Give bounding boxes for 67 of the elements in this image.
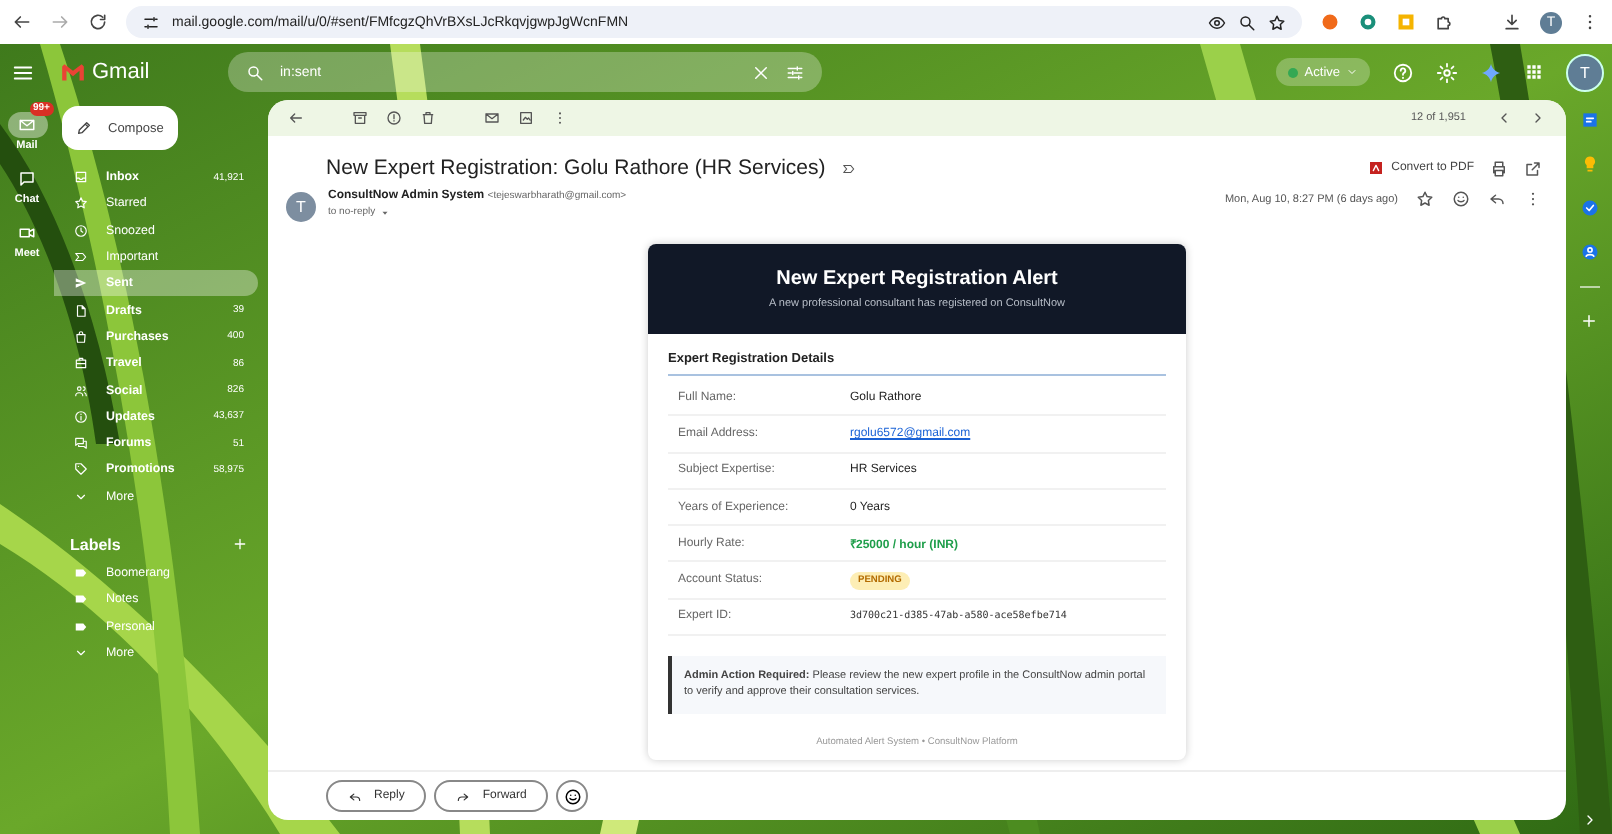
section-title: Labels [70, 535, 121, 554]
contacts-icon[interactable] [1579, 242, 1599, 262]
label-outline-icon [841, 161, 856, 175]
zoom-icon[interactable] [1238, 13, 1256, 31]
reply-icon[interactable] [1488, 190, 1506, 208]
extension-icon[interactable] [1320, 12, 1340, 32]
mark-unread-icon[interactable] [484, 110, 500, 126]
star-icon[interactable] [1416, 190, 1434, 208]
sender-avatar: T [286, 192, 316, 222]
star-icon [74, 196, 88, 211]
search-icon[interactable] [246, 63, 264, 81]
archive-icon[interactable] [352, 110, 368, 126]
people-icon [74, 383, 88, 398]
apps-icon[interactable] [1524, 62, 1544, 82]
important-icon [74, 250, 88, 265]
add-label-icon[interactable] [232, 536, 248, 553]
inbox-icon [74, 170, 88, 185]
settings-icon[interactable] [1436, 61, 1458, 83]
eye-icon[interactable] [1208, 13, 1226, 31]
previous-icon[interactable] [1496, 110, 1512, 126]
emoji-reaction-button[interactable] [556, 780, 589, 812]
tasks-icon[interactable] [1579, 198, 1599, 218]
caret-icon [1346, 66, 1358, 78]
email-subject: New Expert Registration: Golu Rathore (HR Services) [326, 156, 826, 180]
suitcase-icon [74, 356, 88, 371]
extensions-puzzle-icon[interactable] [1434, 12, 1454, 32]
site-settings-icon [142, 13, 160, 31]
banner-title: New Expert Registration Alert [776, 268, 1058, 290]
rail-button[interactable] [7, 112, 47, 138]
send-icon [74, 276, 88, 291]
emoji-icon[interactable] [1452, 190, 1470, 208]
tag-icon [74, 462, 88, 477]
open-new-window-icon[interactable] [1524, 159, 1542, 177]
pdf-icon [1367, 160, 1384, 176]
back-icon[interactable] [12, 12, 32, 32]
gmail-logo-icon [60, 59, 86, 85]
extension-icon[interactable] [1358, 12, 1378, 32]
reload-icon[interactable] [88, 12, 108, 32]
next-icon[interactable] [1530, 110, 1546, 126]
caret-icon [379, 207, 390, 217]
forward-arrow-icon [456, 789, 471, 803]
back-icon[interactable] [288, 110, 304, 126]
download-icon[interactable] [1502, 12, 1522, 32]
report-spam-icon[interactable] [386, 110, 402, 126]
video-icon [18, 224, 36, 242]
add-icon[interactable] [1580, 312, 1598, 330]
move-to-icon[interactable] [518, 110, 534, 126]
pencil-icon [76, 120, 92, 136]
clear-search-icon[interactable] [752, 63, 770, 81]
reply-arrow-icon [348, 789, 362, 803]
emoji-icon [563, 787, 582, 805]
info-icon [74, 409, 88, 424]
sparkle-icon[interactable] [1480, 61, 1502, 83]
chevron-down-icon [74, 489, 88, 504]
chevron-down-icon [74, 645, 88, 660]
print-icon[interactable] [1490, 159, 1508, 177]
chat-icon [18, 170, 36, 188]
clock-icon [74, 223, 88, 238]
mail-icon [18, 116, 36, 134]
bookmark-star-icon[interactable] [1268, 13, 1286, 31]
forum-icon [74, 436, 88, 451]
help-icon[interactable] [1392, 61, 1414, 83]
trash-icon[interactable] [420, 110, 436, 126]
bag-icon [74, 329, 88, 344]
menu-icon[interactable] [12, 61, 34, 83]
draft-icon [74, 303, 88, 318]
app-name: Gmail [92, 60, 150, 84]
